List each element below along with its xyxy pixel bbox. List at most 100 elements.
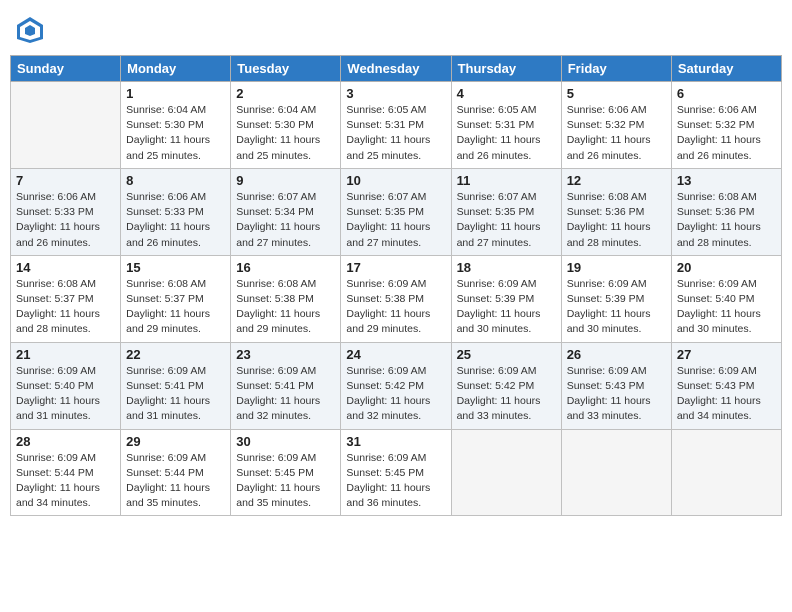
day-number: 14 [16,260,115,275]
day-info: Sunrise: 6:09 AMSunset: 5:42 PMDaylight:… [457,364,556,425]
day-number: 5 [567,86,666,101]
calendar-cell: 24 Sunrise: 6:09 AMSunset: 5:42 PMDayligh… [341,342,451,429]
day-number: 27 [677,347,776,362]
day-number: 10 [346,173,445,188]
calendar-cell: 20 Sunrise: 6:09 AMSunset: 5:40 PMDayligh… [671,255,781,342]
day-info: Sunrise: 6:06 AMSunset: 5:33 PMDaylight:… [126,190,225,251]
day-number: 3 [346,86,445,101]
day-header-monday: Monday [121,56,231,82]
day-number: 30 [236,434,335,449]
day-number: 25 [457,347,556,362]
day-header-thursday: Thursday [451,56,561,82]
day-info: Sunrise: 6:09 AMSunset: 5:42 PMDaylight:… [346,364,445,425]
day-info: Sunrise: 6:09 AMSunset: 5:44 PMDaylight:… [16,451,115,512]
day-number: 7 [16,173,115,188]
day-header-wednesday: Wednesday [341,56,451,82]
day-info: Sunrise: 6:04 AMSunset: 5:30 PMDaylight:… [126,103,225,164]
day-info: Sunrise: 6:04 AMSunset: 5:30 PMDaylight:… [236,103,335,164]
calendar-cell: 3 Sunrise: 6:05 AMSunset: 5:31 PMDaylight… [341,82,451,169]
day-number: 18 [457,260,556,275]
day-number: 28 [16,434,115,449]
calendar-cell: 9 Sunrise: 6:07 AMSunset: 5:34 PMDaylight… [231,168,341,255]
day-info: Sunrise: 6:09 AMSunset: 5:45 PMDaylight:… [346,451,445,512]
day-info: Sunrise: 6:08 AMSunset: 5:38 PMDaylight:… [236,277,335,338]
calendar-cell: 31 Sunrise: 6:09 AMSunset: 5:45 PMDayligh… [341,429,451,516]
day-info: Sunrise: 6:07 AMSunset: 5:34 PMDaylight:… [236,190,335,251]
calendar-cell: 18 Sunrise: 6:09 AMSunset: 5:39 PMDayligh… [451,255,561,342]
day-number: 22 [126,347,225,362]
calendar-cell: 1 Sunrise: 6:04 AMSunset: 5:30 PMDaylight… [121,82,231,169]
day-number: 17 [346,260,445,275]
calendar-cell [11,82,121,169]
calendar-cell [451,429,561,516]
calendar-cell: 30Sunrise: 6:09 AMSunset: 5:45 PMDayligh… [231,429,341,516]
calendar-cell: 8 Sunrise: 6:06 AMSunset: 5:33 PMDaylight… [121,168,231,255]
page-header [10,10,782,45]
day-info: Sunrise: 6:09 AMSunset: 5:39 PMDaylight:… [457,277,556,338]
calendar-week-row: 14Sunrise: 6:08 AMSunset: 5:37 PMDayligh… [11,255,782,342]
calendar-cell: 23 Sunrise: 6:09 AMSunset: 5:41 PMDayligh… [231,342,341,429]
day-info: Sunrise: 6:07 AMSunset: 5:35 PMDaylight:… [346,190,445,251]
day-header-saturday: Saturday [671,56,781,82]
day-info: Sunrise: 6:09 AMSunset: 5:38 PMDaylight:… [346,277,445,338]
day-info: Sunrise: 6:07 AMSunset: 5:35 PMDaylight:… [457,190,556,251]
calendar-cell: 19 Sunrise: 6:09 AMSunset: 5:39 PMDayligh… [561,255,671,342]
calendar-cell: 28 Sunrise: 6:09 AMSunset: 5:44 PMDayligh… [11,429,121,516]
calendar-cell: 7 Sunrise: 6:06 AMSunset: 5:33 PMDaylight… [11,168,121,255]
calendar-header-row: SundayMondayTuesdayWednesdayThursdayFrid… [11,56,782,82]
calendar-cell [671,429,781,516]
calendar-cell: 26 Sunrise: 6:09 AMSunset: 5:43 PMDayligh… [561,342,671,429]
day-header-tuesday: Tuesday [231,56,341,82]
calendar-cell: 29Sunrise: 6:09 AMSunset: 5:44 PMDayligh… [121,429,231,516]
calendar-cell: 21 Sunrise: 6:09 AMSunset: 5:40 PMDayligh… [11,342,121,429]
day-number: 19 [567,260,666,275]
day-number: 15 [126,260,225,275]
day-info: Sunrise: 6:09 AMSunset: 5:43 PMDaylight:… [567,364,666,425]
calendar-cell [561,429,671,516]
day-info: Sunrise: 6:09 AMSunset: 5:40 PMDaylight:… [677,277,776,338]
day-number: 21 [16,347,115,362]
calendar-cell: 11 Sunrise: 6:07 AMSunset: 5:35 PMDayligh… [451,168,561,255]
logo [15,15,49,45]
day-info: Sunrise: 6:09 AMSunset: 5:39 PMDaylight:… [567,277,666,338]
day-info: Sunrise: 6:09 AMSunset: 5:43 PMDaylight:… [677,364,776,425]
day-info: Sunrise: 6:08 AMSunset: 5:36 PMDaylight:… [677,190,776,251]
day-info: Sunrise: 6:09 AMSunset: 5:41 PMDaylight:… [126,364,225,425]
day-number: 16 [236,260,335,275]
day-number: 26 [567,347,666,362]
calendar-cell: 25 Sunrise: 6:09 AMSunset: 5:42 PMDayligh… [451,342,561,429]
day-number: 13 [677,173,776,188]
day-info: Sunrise: 6:05 AMSunset: 5:31 PMDaylight:… [457,103,556,164]
calendar-week-row: 7 Sunrise: 6:06 AMSunset: 5:33 PMDaylight… [11,168,782,255]
calendar-cell: 15Sunrise: 6:08 AMSunset: 5:37 PMDayligh… [121,255,231,342]
day-number: 1 [126,86,225,101]
logo-icon [15,15,45,45]
day-info: Sunrise: 6:09 AMSunset: 5:41 PMDaylight:… [236,364,335,425]
day-number: 12 [567,173,666,188]
day-number: 11 [457,173,556,188]
day-number: 20 [677,260,776,275]
day-number: 23 [236,347,335,362]
day-number: 9 [236,173,335,188]
calendar-cell: 5 Sunrise: 6:06 AMSunset: 5:32 PMDaylight… [561,82,671,169]
day-info: Sunrise: 6:09 AMSunset: 5:44 PMDaylight:… [126,451,225,512]
day-info: Sunrise: 6:09 AMSunset: 5:40 PMDaylight:… [16,364,115,425]
calendar-cell: 10 Sunrise: 6:07 AMSunset: 5:35 PMDayligh… [341,168,451,255]
day-header-friday: Friday [561,56,671,82]
calendar-cell: 14Sunrise: 6:08 AMSunset: 5:37 PMDayligh… [11,255,121,342]
calendar-cell: 12 Sunrise: 6:08 AMSunset: 5:36 PMDayligh… [561,168,671,255]
day-number: 31 [346,434,445,449]
day-number: 24 [346,347,445,362]
calendar-week-row: 1 Sunrise: 6:04 AMSunset: 5:30 PMDaylight… [11,82,782,169]
calendar-table: SundayMondayTuesdayWednesdayThursdayFrid… [10,55,782,516]
calendar-cell: 2 Sunrise: 6:04 AMSunset: 5:30 PMDaylight… [231,82,341,169]
day-info: Sunrise: 6:06 AMSunset: 5:32 PMDaylight:… [677,103,776,164]
calendar-cell: 27 Sunrise: 6:09 AMSunset: 5:43 PMDayligh… [671,342,781,429]
day-info: Sunrise: 6:06 AMSunset: 5:33 PMDaylight:… [16,190,115,251]
day-number: 8 [126,173,225,188]
day-info: Sunrise: 6:08 AMSunset: 5:36 PMDaylight:… [567,190,666,251]
day-number: 2 [236,86,335,101]
day-info: Sunrise: 6:06 AMSunset: 5:32 PMDaylight:… [567,103,666,164]
day-info: Sunrise: 6:05 AMSunset: 5:31 PMDaylight:… [346,103,445,164]
calendar-week-row: 28 Sunrise: 6:09 AMSunset: 5:44 PMDayligh… [11,429,782,516]
